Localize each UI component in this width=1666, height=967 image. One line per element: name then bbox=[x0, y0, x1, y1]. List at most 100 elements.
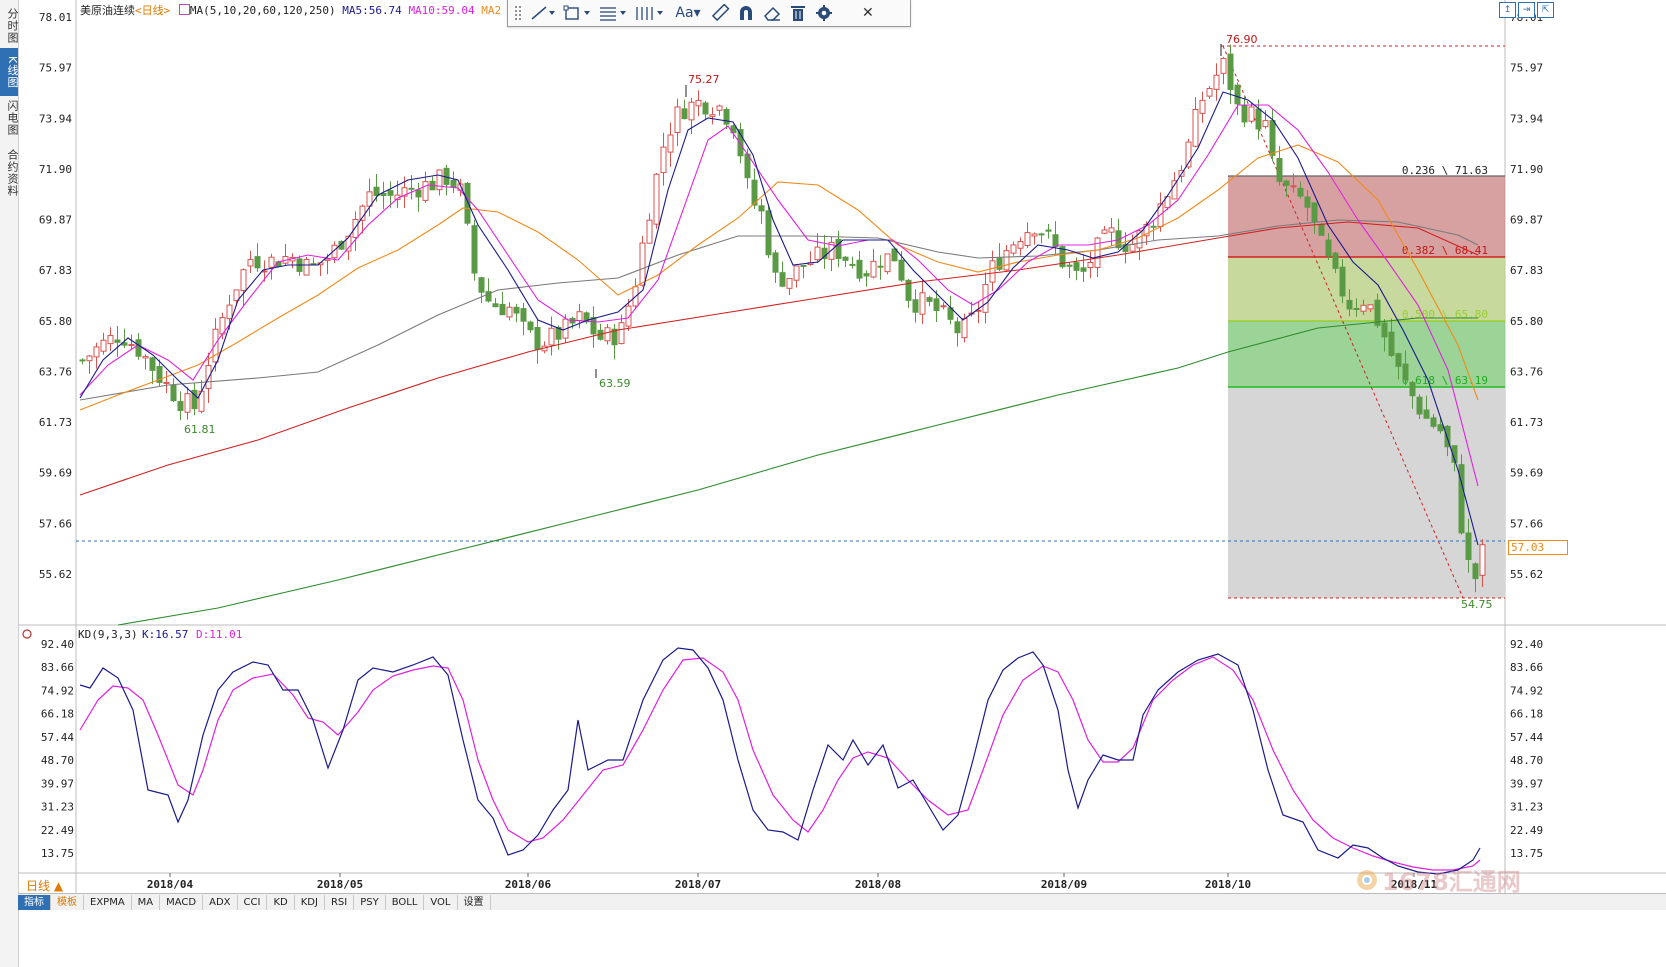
indicator-tab[interactable]: 模板 bbox=[51, 894, 84, 910]
indicator-tab[interactable]: MACD bbox=[160, 894, 204, 910]
ma10-value: MA10:59.04 bbox=[408, 4, 475, 17]
ma-params: MA(5,10,20,60,120,250) bbox=[189, 4, 336, 17]
indicator-tab[interactable]: EXPMA bbox=[84, 894, 132, 910]
tab-timeshare[interactable]: 分时图 bbox=[0, 2, 19, 50]
ruler-icon[interactable] bbox=[710, 2, 730, 24]
candle bbox=[1416, 396, 1423, 415]
price-tick-right: 65.80 bbox=[1510, 315, 1543, 328]
close-icon[interactable]: ✕ bbox=[862, 2, 874, 24]
candle bbox=[786, 277, 793, 289]
shape-tool-icon[interactable] bbox=[562, 2, 592, 24]
kd-d-line bbox=[79, 656, 1481, 871]
indicator-tab[interactable]: MA bbox=[132, 894, 161, 910]
candle bbox=[492, 303, 499, 308]
candle bbox=[1297, 187, 1304, 197]
candle bbox=[1038, 233, 1045, 236]
candle bbox=[863, 273, 870, 277]
kd-tick-right: 83.66 bbox=[1510, 661, 1543, 674]
candle bbox=[1248, 106, 1255, 122]
candle bbox=[1465, 532, 1472, 561]
text-tool-button[interactable]: Aa▾ bbox=[672, 2, 704, 24]
price-axis-left: 78.01 75.97 73.94 71.90 69.87 67.83 65.80 63.76… bbox=[39, 11, 72, 581]
kd-tick-right: 13.75 bbox=[1510, 847, 1543, 860]
candle bbox=[86, 355, 93, 362]
magnet-icon[interactable] bbox=[736, 2, 756, 24]
candle bbox=[1430, 417, 1437, 427]
ma5-value: MA5:56.74 bbox=[342, 4, 402, 17]
candle bbox=[184, 393, 191, 413]
kd-legend-name: KD(9,3,3) bbox=[78, 628, 138, 641]
candle bbox=[1192, 108, 1199, 147]
date-tick: 2018/06 bbox=[505, 878, 552, 891]
price-tick-right: 73.94 bbox=[1510, 112, 1543, 125]
date-tick: 2018/05 bbox=[317, 878, 363, 891]
indicator-tab[interactable]: CCI bbox=[238, 894, 268, 910]
price-tick-left: 73.94 bbox=[39, 112, 72, 125]
indicator-tab[interactable]: KDJ bbox=[295, 894, 325, 910]
candle bbox=[1381, 322, 1388, 338]
price-tick-left: 75.97 bbox=[39, 62, 72, 75]
indicator-tab[interactable]: RSI bbox=[325, 894, 355, 910]
candle bbox=[1353, 308, 1360, 311]
cycle-lines-tool-icon[interactable] bbox=[634, 2, 666, 24]
line-tool-icon[interactable] bbox=[530, 2, 556, 24]
candle bbox=[688, 101, 695, 121]
date-tick: 2018/04 bbox=[147, 878, 194, 891]
price-tick-left: 61.73 bbox=[39, 416, 72, 429]
candle bbox=[926, 297, 933, 302]
candle bbox=[1066, 264, 1073, 267]
candle bbox=[1437, 424, 1444, 432]
candle bbox=[1003, 250, 1010, 271]
eraser-icon[interactable] bbox=[762, 2, 782, 24]
candle bbox=[1031, 233, 1038, 237]
candle bbox=[1087, 262, 1094, 269]
tab-kline[interactable]: K线图 bbox=[0, 48, 19, 96]
indicator-tab[interactable]: ADX bbox=[203, 894, 238, 910]
candle bbox=[324, 258, 331, 261]
candle bbox=[1409, 381, 1416, 397]
current-price-tag: 57.03 bbox=[1508, 540, 1568, 555]
indicator-tab[interactable]: KD bbox=[267, 894, 295, 910]
kd-tick-right: 92.40 bbox=[1510, 638, 1543, 651]
indicator-tab[interactable]: PSY bbox=[354, 894, 386, 910]
candle bbox=[1206, 87, 1213, 97]
candle bbox=[1367, 304, 1374, 310]
indicator-tab[interactable]: 设置 bbox=[458, 894, 491, 910]
candle bbox=[520, 308, 527, 322]
kline-chart[interactable]: 0.236 \ 71.63 0.382 \ 68.41 0.500 \ 65.8… bbox=[18, 0, 1666, 893]
kd-tick-right: 48.70 bbox=[1510, 754, 1543, 767]
indicator-tab[interactable]: VOL bbox=[424, 894, 458, 910]
expand-icon[interactable]: ⇱ bbox=[1537, 2, 1554, 18]
candle bbox=[1325, 239, 1332, 257]
candle bbox=[499, 303, 506, 316]
candle bbox=[408, 187, 415, 190]
trash-icon[interactable] bbox=[788, 2, 808, 24]
period-selector[interactable]: 日线 ▲ bbox=[26, 877, 63, 894]
candle bbox=[702, 102, 709, 115]
candle bbox=[303, 259, 310, 276]
candle bbox=[1199, 99, 1206, 114]
price-tick-right: 55.62 bbox=[1510, 568, 1543, 581]
fib-label-0236: 0.236 \ 71.63 bbox=[1402, 164, 1488, 177]
ma-checkbox-icon[interactable] bbox=[178, 4, 190, 15]
toolbar-grip-handle[interactable] bbox=[514, 5, 522, 21]
tab-lightning[interactable]: 闪电图 bbox=[0, 94, 19, 142]
fibonacci-tool-icon[interactable] bbox=[598, 2, 628, 24]
candle bbox=[814, 246, 821, 261]
kd-tick-right: 66.18 bbox=[1510, 708, 1543, 721]
kd-tick-right: 57.44 bbox=[1510, 731, 1543, 744]
zoom-fit-icon[interactable]: ↥ bbox=[1499, 2, 1516, 18]
candle bbox=[779, 272, 786, 287]
candle bbox=[478, 277, 485, 293]
date-tick: 2018/10 bbox=[1205, 878, 1251, 891]
gear-icon[interactable] bbox=[814, 2, 834, 24]
indicator-tab[interactable]: 指标 bbox=[18, 894, 51, 910]
candle bbox=[772, 252, 779, 273]
goto-end-icon[interactable]: ⇥ bbox=[1518, 2, 1535, 18]
low-label-1: 61.81 bbox=[184, 423, 216, 436]
candle bbox=[961, 317, 968, 339]
tab-contract-info[interactable]: 合约资料 bbox=[0, 142, 19, 204]
ma20-value: MA2 bbox=[481, 4, 502, 17]
candle bbox=[1388, 331, 1395, 356]
indicator-tab[interactable]: BOLL bbox=[386, 894, 425, 910]
